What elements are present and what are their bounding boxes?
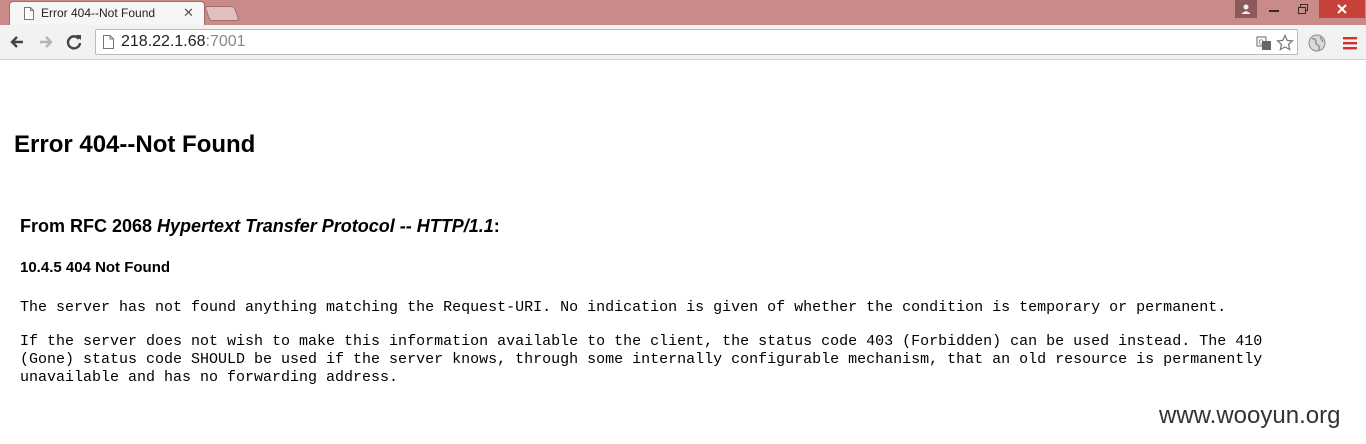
paragraph-forbidden: If the server does not wish to make this… — [20, 333, 1263, 386]
translate-icon[interactable]: G — [1255, 34, 1273, 52]
paragraph-not-found: The server has not found anything matchi… — [20, 299, 1227, 316]
reload-icon[interactable] — [65, 33, 83, 51]
forward-arrow-icon[interactable] — [37, 33, 55, 51]
svg-text:G: G — [1259, 40, 1264, 47]
section-heading: 10.4.5 404 Not Found — [20, 259, 171, 276]
title-bar: Error 404--Not Found ✕ — [0, 0, 1366, 25]
rfc-suffix: : — [493, 216, 500, 236]
minimize-icon — [1269, 10, 1279, 12]
url-host: 218.22.1.68 — [121, 33, 206, 50]
page-title: Error 404--Not Found — [14, 131, 256, 158]
profile-button[interactable] — [1235, 0, 1257, 18]
hamburger-menu-icon[interactable] — [1340, 33, 1360, 53]
restore-icon — [1298, 4, 1308, 14]
page-icon — [24, 7, 34, 20]
user-icon — [1241, 4, 1251, 14]
restore-button[interactable] — [1290, 0, 1316, 18]
tab-close-icon[interactable]: ✕ — [183, 5, 194, 21]
rfc-title: Hypertext Transfer Protocol -- HTTP/1.1 — [157, 216, 494, 236]
star-icon[interactable] — [1276, 34, 1294, 52]
back-arrow-icon[interactable] — [8, 33, 26, 51]
globe-icon[interactable] — [1307, 33, 1327, 53]
rfc-heading: From RFC 2068 Hypertext Transfer Protoco… — [20, 216, 500, 237]
watermark: www.wooyun.org — [1159, 402, 1341, 429]
url-text[interactable]: 218.22.1.68:7001 — [121, 33, 246, 51]
close-icon — [1337, 4, 1347, 14]
browser-tab[interactable]: Error 404--Not Found ✕ — [9, 1, 205, 25]
minimize-button[interactable] — [1261, 0, 1287, 18]
address-bar[interactable]: 218.22.1.68:7001 G — [95, 29, 1298, 55]
rfc-prefix: From RFC 2068 — [20, 216, 158, 236]
tab-title: Error 404--Not Found — [41, 6, 156, 20]
window-close-button[interactable] — [1319, 0, 1365, 18]
url-port: :7001 — [205, 33, 246, 50]
browser-toolbar: 218.22.1.68:7001 G — [0, 25, 1366, 60]
new-tab-button[interactable] — [204, 6, 240, 21]
page-icon — [103, 35, 114, 49]
